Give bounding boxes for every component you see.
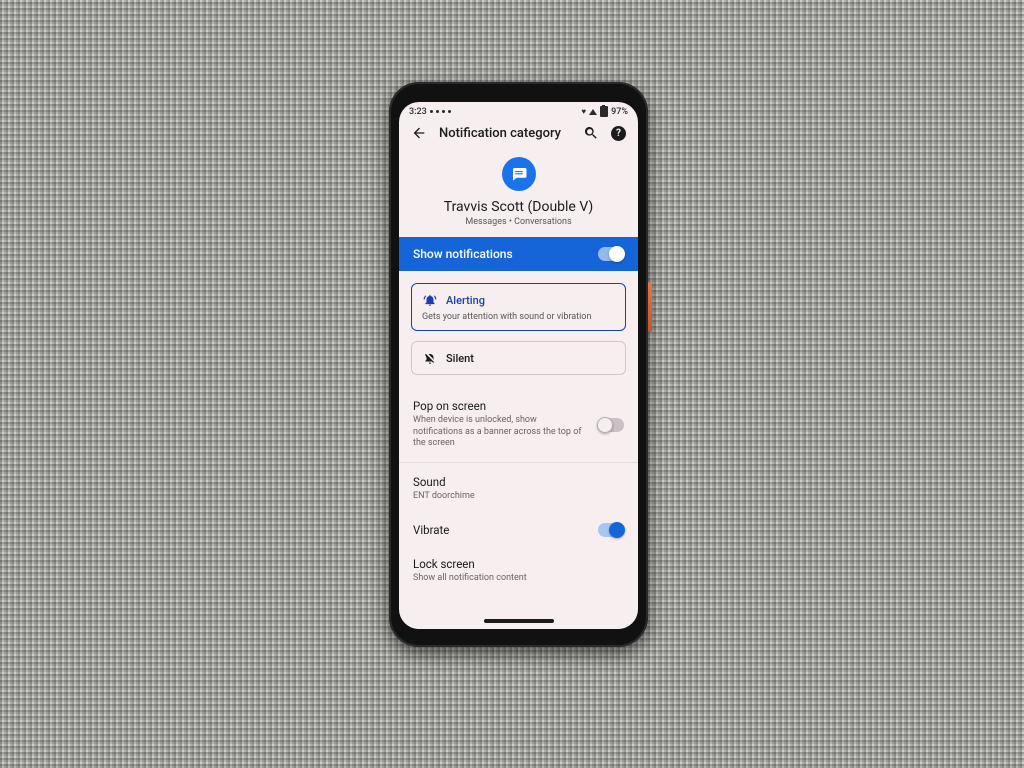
behavior-group: Alerting Gets your attention with sound … bbox=[399, 271, 638, 389]
channel-subtitle: Messages • Conversations bbox=[409, 217, 628, 227]
status-dot-icon bbox=[442, 110, 445, 113]
pop-sub: When device is unlocked, show notificati… bbox=[413, 415, 583, 450]
vibrate-title: Vibrate bbox=[413, 523, 449, 537]
silent-label: Silent bbox=[446, 352, 474, 365]
battery-icon bbox=[600, 106, 608, 117]
silent-option[interactable]: Silent bbox=[411, 341, 626, 375]
search-icon[interactable] bbox=[583, 125, 599, 141]
wifi-icon: ♥ bbox=[581, 107, 586, 116]
alerting-label: Alerting bbox=[446, 294, 485, 307]
status-bar: 3:23 ♥ 97% bbox=[399, 102, 638, 119]
pop-toggle[interactable] bbox=[598, 418, 624, 432]
gesture-nav-pill[interactable] bbox=[484, 619, 554, 623]
show-notifications-label: Show notifications bbox=[413, 247, 513, 261]
power-button-physical bbox=[648, 282, 652, 332]
sound-title: Sound bbox=[413, 475, 624, 489]
phone-frame: 3:23 ♥ 97% Notification category bbox=[389, 82, 648, 647]
lock-title: Lock screen bbox=[413, 557, 624, 571]
status-dot-icon bbox=[436, 110, 439, 113]
channel-header: Travvis Scott (Double V) Messages • Conv… bbox=[399, 145, 638, 237]
sound-row[interactable]: Sound ENT doorchime bbox=[399, 465, 638, 513]
help-icon[interactable]: ? bbox=[611, 126, 626, 141]
page-title: Notification category bbox=[439, 126, 571, 141]
show-notifications-row[interactable]: Show notifications bbox=[399, 237, 638, 271]
status-right: ♥ 97% bbox=[581, 106, 628, 117]
channel-name: Travvis Scott (Double V) bbox=[409, 199, 628, 215]
status-left: 3:23 bbox=[409, 107, 451, 117]
sound-sub: ENT doorchime bbox=[413, 491, 583, 503]
pop-title: Pop on screen bbox=[413, 399, 583, 413]
app-bar: Notification category ? bbox=[399, 119, 638, 145]
show-notifications-toggle[interactable] bbox=[598, 247, 624, 261]
lock-screen-row[interactable]: Lock screen Show all notification conten… bbox=[399, 547, 638, 595]
back-icon[interactable] bbox=[411, 125, 427, 141]
bell-ring-icon bbox=[422, 292, 438, 308]
messages-app-icon bbox=[502, 157, 536, 191]
photo-background: 3:23 ♥ 97% Notification category bbox=[0, 0, 1024, 768]
vibrate-toggle[interactable] bbox=[598, 523, 624, 537]
clock: 3:23 bbox=[409, 107, 427, 117]
location-icon bbox=[430, 110, 433, 113]
battery-percent: 97% bbox=[611, 107, 628, 117]
status-dot-icon bbox=[448, 110, 451, 113]
vibrate-row[interactable]: Vibrate bbox=[399, 513, 638, 547]
signal-icon bbox=[589, 109, 597, 115]
pop-on-screen-row[interactable]: Pop on screen When device is unlocked, s… bbox=[399, 389, 638, 460]
bottom-fade bbox=[399, 607, 638, 629]
lock-sub: Show all notification content bbox=[413, 573, 583, 585]
divider bbox=[399, 462, 638, 463]
alerting-option[interactable]: Alerting Gets your attention with sound … bbox=[411, 283, 626, 331]
screen: 3:23 ♥ 97% Notification category bbox=[399, 102, 638, 629]
alerting-desc: Gets your attention with sound or vibrat… bbox=[422, 312, 615, 322]
bell-off-icon bbox=[422, 350, 438, 366]
